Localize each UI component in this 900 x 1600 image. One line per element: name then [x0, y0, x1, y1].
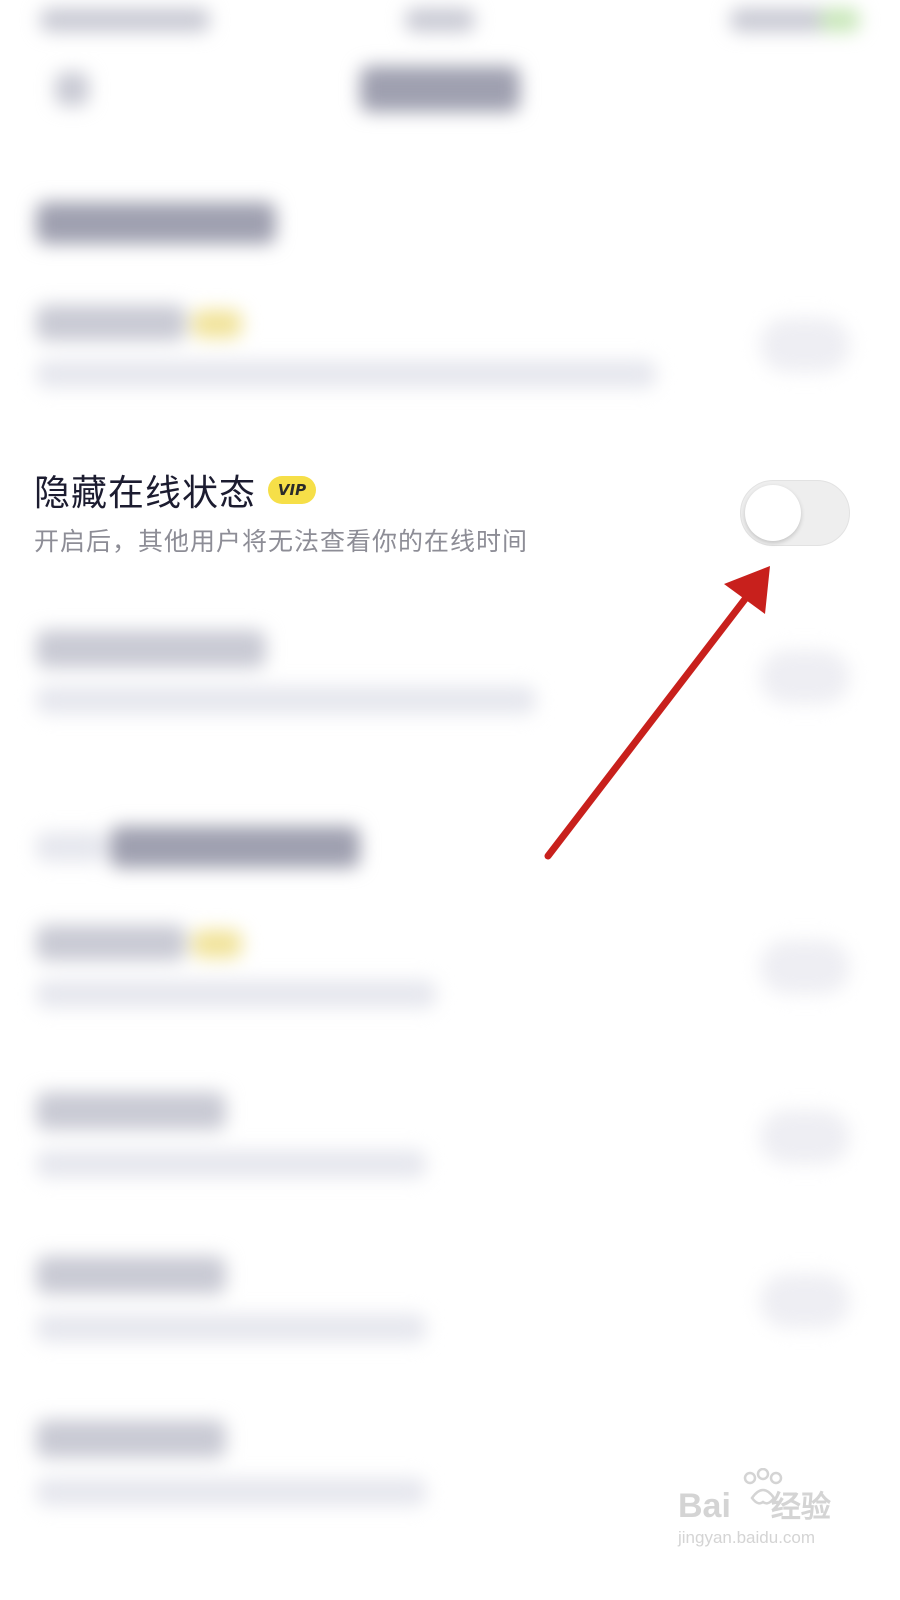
setting-title-group: 隐藏在线状态 VIP: [34, 464, 317, 516]
row3-title-blur: [36, 630, 266, 668]
nav-title-blur: [360, 66, 520, 112]
row6-toggle-blur: [760, 1274, 850, 1328]
row1-desc-blur: [36, 360, 656, 388]
watermark-brand-right: 经验: [770, 1490, 831, 1525]
setting-description: 开启后，其他用户将无法查看你的在线时间: [34, 527, 529, 556]
row3-toggle-blur: [760, 650, 850, 704]
row5-desc-blur: [36, 1150, 426, 1178]
battery-blur: [820, 8, 860, 32]
row1-title-blur: [36, 305, 186, 341]
status-bar-left-blur: [40, 8, 210, 32]
section-header2-blur: [110, 826, 360, 868]
row4-badge-blur: [192, 930, 242, 958]
row7-desc-blur: [36, 1478, 426, 1506]
hide-online-status-row: 隐藏在线状态 VIP 开启后，其他用户将无法查看你的在线时间: [0, 456, 900, 576]
watermark-brand-left: Bai: [678, 1487, 731, 1525]
section-header-blur: [36, 202, 276, 244]
setting-title: 隐藏在线状态: [34, 473, 257, 514]
row7-title-blur: [36, 1420, 226, 1458]
baidu-jingyan-watermark: Bai 经验 jingyan.baidu.com: [672, 1468, 872, 1558]
row4-desc-blur: [36, 980, 436, 1008]
row5-title-blur: [36, 1092, 226, 1130]
section-header2-prefix-blur: [36, 832, 106, 862]
row5-toggle-blur: [760, 1110, 850, 1164]
blurred-background: [0, 0, 900, 1600]
row1-toggle-blur: [760, 318, 850, 372]
vip-badge: VIP: [268, 476, 317, 504]
watermark-brand: Bai 经验: [678, 1482, 831, 1526]
status-bar-center-blur: [405, 8, 475, 32]
row4-toggle-blur: [760, 940, 850, 994]
row6-title-blur: [36, 1256, 226, 1294]
watermark-url: jingyan.baidu.com: [678, 1528, 816, 1547]
status-bar-right-blur: [730, 8, 830, 32]
row6-desc-blur: [36, 1314, 426, 1342]
row3-desc-blur: [36, 686, 536, 714]
back-icon-blur: [55, 72, 89, 106]
row4-title-blur: [36, 925, 186, 961]
toggle-knob: [745, 485, 801, 541]
row1-badge-blur: [192, 310, 242, 338]
hide-online-status-toggle[interactable]: [740, 480, 850, 546]
